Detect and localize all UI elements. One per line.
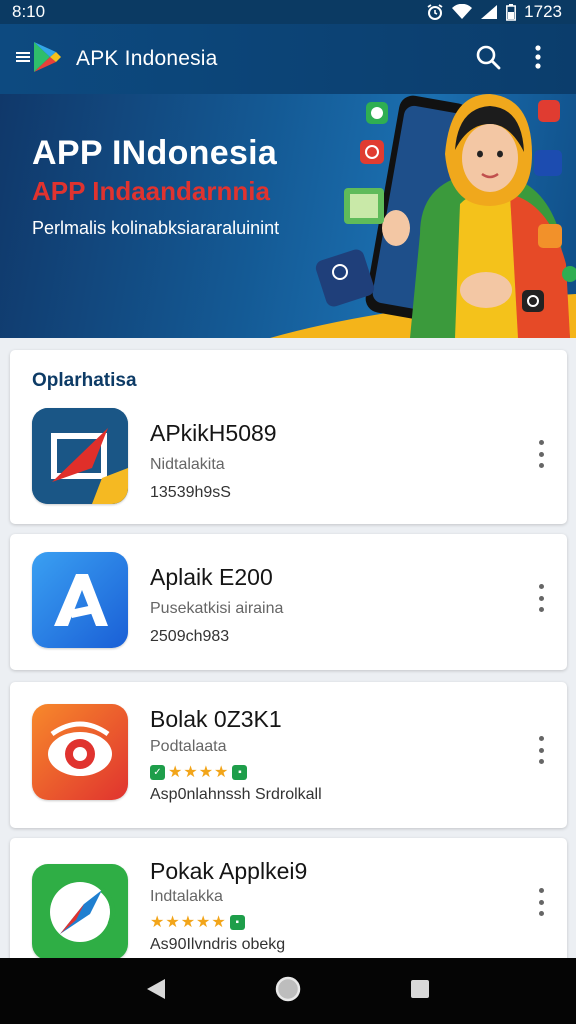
app-icon [32,552,128,648]
app-meta: As90Ilvndris obekg [150,936,286,953]
app-name: APkikH5089 [150,420,277,446]
more-dot [538,759,544,764]
more-dot [538,911,544,916]
app2-logo-icon [32,552,128,648]
wifi-icon [452,4,473,20]
app-title: APK Indonesia [76,47,218,70]
app-meta: 13539h9sS [150,484,231,501]
app-meta: Asp0nlahnssh Srdrolkall [150,786,322,803]
app-icon [32,408,128,504]
app3-logo-icon [32,704,128,800]
app1-logo-icon [32,408,128,504]
play-store-logo-icon [32,40,62,79]
app-list-item[interactable]: APkikH5089 Nidtalakita 13539h9sS [10,408,567,526]
app-more-button[interactable] [533,732,549,768]
home-button[interactable] [268,971,308,1011]
app4-logo-icon [32,864,128,960]
banner-description: Perlmalis kolinabksiararaluinint [32,218,280,238]
verified-badge-icon: ✓ [150,764,165,780]
rating-stars: ★★★★ [168,764,230,781]
search-button[interactable] [466,37,510,81]
app-subtitle: Pusekatkisi airaina [150,600,284,617]
section-title: Oplarhatisa [32,370,137,391]
app-icon [32,864,128,960]
banner-title: APP INdonesia [32,134,278,172]
more-dot [538,584,544,589]
more-dot [538,747,544,753]
app-card[interactable]: Pokak Applkei9 Indtalakka ★★★★★ ▪ As90Il… [10,838,567,978]
app-name: Bolak 0Z3K1 [150,706,282,732]
more-dot [538,899,544,905]
menu-button[interactable] [16,40,62,79]
app-name: Aplaik E200 [150,564,273,590]
app-subtitle: Indtalakka [150,888,223,905]
app-name: Pokak Applkei9 [150,858,308,884]
signal-icon [480,4,498,20]
more-dot [538,736,544,741]
app-more-button[interactable] [533,436,549,472]
more-dot [538,440,544,445]
app-rating: ✓ ★★★★ ▪ [150,762,248,782]
editor-choice-icon: ▪ [232,764,248,780]
search-icon [475,44,501,75]
more-dot [538,451,544,457]
battery-text: 1723 [524,2,562,21]
app-rating: ★★★★★ ▪ [150,912,245,932]
recents-square-icon [409,978,431,1005]
app-bar: APK Indonesia [0,24,576,94]
more-dot [538,607,544,612]
status-icons: 1723 [426,2,562,22]
section-card: Oplarhatisa APkikH5089 Nidtalakita 13539… [10,350,567,524]
home-circle-icon [274,975,302,1008]
editor-choice-icon: ▪ [229,914,245,930]
app-subtitle: Nidtalakita [150,456,225,473]
more-dot [538,888,544,893]
back-button[interactable] [136,971,176,1011]
back-triangle-icon [145,977,167,1006]
more-vert-icon [535,44,541,74]
status-bar: 8:10 1723 [0,0,576,24]
battery-icon [506,3,517,21]
app-meta: 2509ch983 [150,628,230,645]
more-dot [538,463,544,468]
status-time: 8:10 [12,2,46,21]
rating-stars: ★★★★★ [150,914,227,931]
alarm-icon [426,3,444,21]
banner-subtitle: APP Indaandarnnia [32,176,270,206]
menu-icon [16,50,30,69]
overflow-menu-button[interactable] [516,37,560,81]
promo-banner[interactable]: APP INdonesia APP Indaandarnnia Perlmali… [0,94,576,338]
recents-button[interactable] [400,971,440,1011]
app-more-button[interactable] [533,884,549,920]
app-list-item[interactable]: Bolak 0Z3K1 Podtalaata ✓ ★★★★ ▪ Asp0nlah… [10,704,567,822]
app-more-button[interactable] [533,580,549,616]
app-list-item[interactable]: Aplaik E200 Pusekatkisi airaina 2509ch98… [10,552,567,670]
banner-illustration [270,94,576,338]
app-subtitle: Podtalaata [150,738,227,755]
system-nav-bar [0,958,576,1024]
app-card[interactable]: Bolak 0Z3K1 Podtalaata ✓ ★★★★ ▪ Asp0nlah… [10,682,567,828]
app-card[interactable]: Aplaik E200 Pusekatkisi airaina 2509ch98… [10,534,567,670]
app-icon [32,704,128,800]
more-dot [538,595,544,601]
